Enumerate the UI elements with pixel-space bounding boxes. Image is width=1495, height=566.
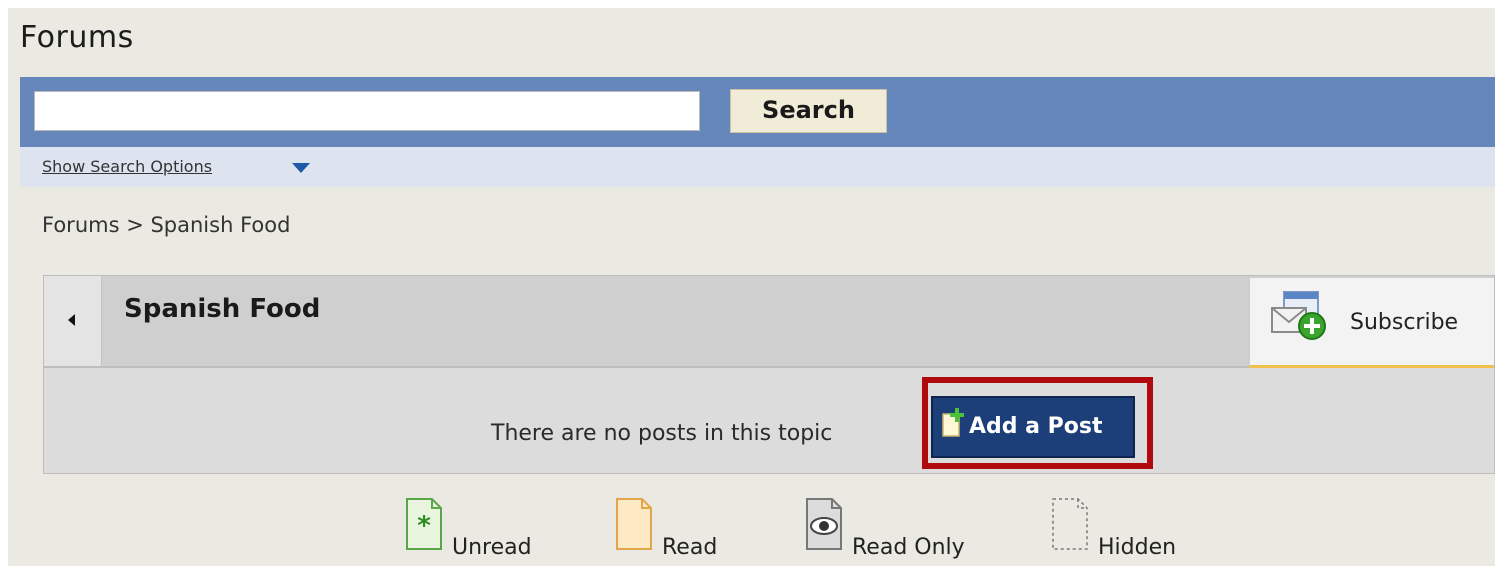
add-post-label: Add a Post [969, 414, 1103, 439]
chevron-left-icon [68, 314, 75, 326]
search-button[interactable]: Search [730, 89, 887, 133]
search-bar: Search [20, 77, 1495, 147]
forum-page: Forums Search Show Search Options Forums… [8, 8, 1495, 566]
empty-topic-message: There are no posts in this topic [491, 421, 833, 446]
hidden-icon [1052, 498, 1088, 550]
subscribe-button[interactable]: Subscribe [1249, 278, 1494, 368]
add-document-icon [942, 408, 964, 437]
unread-icon: * [406, 498, 442, 550]
topic-header: Spanish Food Subscribe [44, 276, 1494, 368]
chevron-down-icon[interactable] [292, 163, 310, 173]
legend-label: Read Only [852, 535, 965, 560]
search-input[interactable] [34, 91, 700, 131]
add-post-button[interactable]: Add a Post [931, 396, 1135, 458]
legend-label: Unread [452, 535, 532, 560]
read-icon [616, 498, 652, 550]
show-search-options-link[interactable]: Show Search Options [42, 157, 212, 176]
breadcrumb: Forums > Spanish Food [42, 213, 291, 237]
read-only-icon [806, 498, 842, 550]
subscribe-mail-icon [1271, 291, 1326, 340]
collapse-button[interactable] [44, 276, 102, 366]
subscribe-label: Subscribe [1350, 310, 1459, 335]
page-title: Forums [20, 20, 134, 55]
legend-label: Hidden [1098, 535, 1177, 560]
legend-label: Read [662, 535, 718, 560]
topic-panel: Spanish Food Subscribe There are no post… [43, 275, 1495, 474]
svg-text:*: * [417, 511, 431, 541]
legend: * Unread Read Read Only Hidden [8, 493, 1495, 566]
topic-title: Spanish Food [124, 294, 321, 324]
search-options-bar: Show Search Options [20, 147, 1495, 187]
